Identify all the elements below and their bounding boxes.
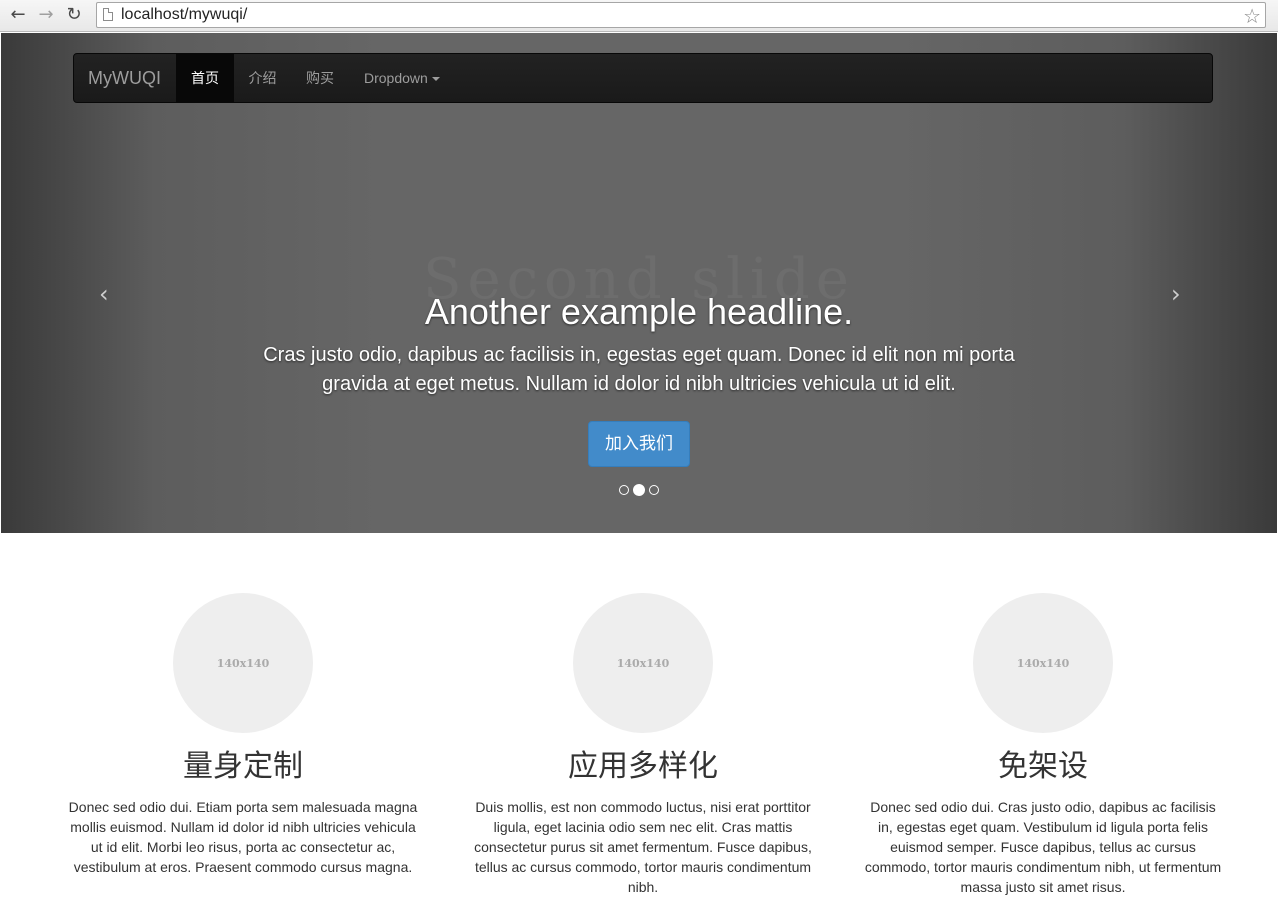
caret-down-icon (431, 77, 440, 82)
page-icon (103, 8, 113, 21)
carousel-caption: Another example headline. Cras justo odi… (1, 291, 1277, 467)
nav-item-home[interactable]: 首页 (176, 54, 234, 102)
back-arrow-icon[interactable]: ← (8, 5, 28, 25)
forward-arrow-icon[interactable]: → (36, 5, 56, 25)
feature-title: 量身定制 (183, 750, 303, 783)
url-text[interactable]: localhost/mywuqi/ (121, 6, 247, 24)
reload-icon[interactable]: ↻ (64, 5, 84, 25)
carousel-lead: Cras justo odio, dapibus ac facilisis in… (263, 344, 1015, 395)
carousel-headline: Another example headline. (424, 291, 854, 332)
feature-text: Donec sed odio dui. Etiam porta sem male… (68, 799, 418, 875)
indicator-dot[interactable] (619, 485, 629, 495)
feature-column: 140x140 应用多样化 Duis mollis, est non commo… (463, 593, 823, 897)
address-bar[interactable]: localhost/mywuqi/ ☆ (96, 2, 1266, 28)
indicator-dot-active[interactable] (633, 484, 645, 496)
join-us-button[interactable]: 加入我们 (588, 421, 690, 467)
feature-column: 140x140 免架设 Donec sed odio dui. Cras jus… (863, 593, 1223, 897)
feature-text: Duis mollis, est non commodo luctus, nis… (474, 799, 812, 895)
feature-text: Donec sed odio dui. Cras justo odio, dap… (864, 799, 1222, 895)
feature-title: 应用多样化 (568, 750, 718, 783)
carousel: Second slide MyWUQI 首页 介绍 购买 Dropdown ‹ … (1, 33, 1277, 533)
placeholder-image: 140x140 (973, 593, 1113, 733)
nav-item-buy[interactable]: 购买 (291, 54, 349, 102)
bookmark-star-icon[interactable]: ☆ (1243, 4, 1261, 28)
nav-item-dropdown[interactable]: Dropdown (364, 54, 440, 102)
indicator-dot[interactable] (649, 485, 659, 495)
feature-title: 免架设 (998, 750, 1088, 783)
browser-toolbar: ← → ↻ localhost/mywuqi/ ☆ (0, 0, 1278, 32)
placeholder-image: 140x140 (573, 593, 713, 733)
navbar-brand[interactable]: MyWUQI (88, 68, 161, 89)
carousel-indicators (1, 484, 1277, 496)
nav-item-intro[interactable]: 介绍 (234, 54, 291, 102)
placeholder-image: 140x140 (173, 593, 313, 733)
dropdown-label: Dropdown (364, 70, 428, 86)
feature-column: 140x140 量身定制 Donec sed odio dui. Etiam p… (63, 593, 423, 877)
navbar: MyWUQI 首页 介绍 购买 Dropdown (73, 53, 1213, 103)
